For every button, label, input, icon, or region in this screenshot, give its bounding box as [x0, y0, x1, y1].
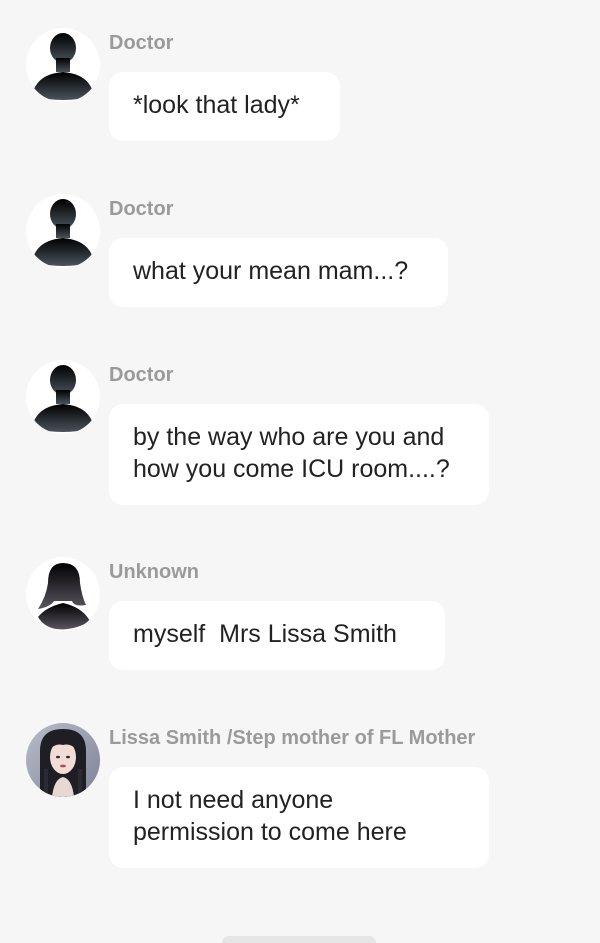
home-indicator[interactable]: [222, 936, 376, 943]
message-bubble[interactable]: by the way who are you and how you come …: [109, 404, 489, 505]
silhouette-male-icon: [32, 365, 94, 432]
avatar[interactable]: [26, 557, 100, 631]
avatar[interactable]: [26, 194, 100, 268]
sender-name: Doctor: [109, 198, 174, 220]
chat-thread: Doctor *look that lady* Doctor what your…: [0, 0, 600, 943]
sender-name: Unknown: [109, 561, 199, 583]
message-bubble[interactable]: *look that lady*: [109, 72, 340, 141]
sender-name: Doctor: [109, 32, 174, 54]
silhouette-male-icon: [32, 33, 94, 100]
avatar[interactable]: [26, 360, 100, 434]
message-bubble[interactable]: what your mean mam...?: [109, 238, 448, 307]
message-bubble[interactable]: myself Mrs Lissa Smith: [109, 601, 445, 670]
avatar[interactable]: [26, 723, 100, 797]
avatar[interactable]: [26, 28, 100, 102]
sender-name: Doctor: [109, 364, 174, 386]
silhouette-male-icon: [32, 199, 94, 266]
lissa-portrait-icon: [26, 723, 100, 797]
message-bubble[interactable]: I not need anyone permission to come her…: [109, 767, 489, 868]
sender-name: Lissa Smith /Step mother of FL Mother: [109, 727, 476, 749]
silhouette-female-icon: [38, 563, 90, 630]
